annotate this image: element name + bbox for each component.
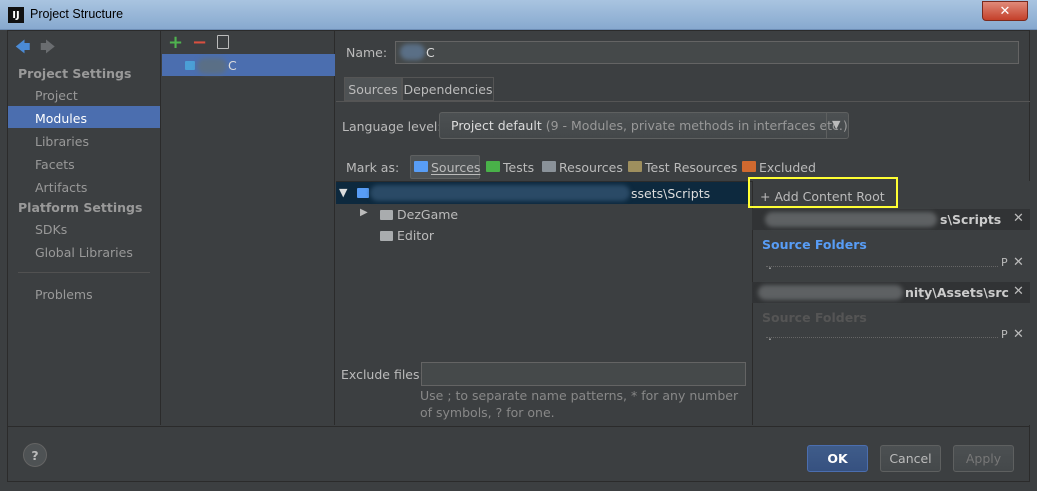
mark-excluded-label[interactable]: Excluded bbox=[759, 160, 816, 175]
nav-item-sdks[interactable]: SDKs bbox=[35, 222, 67, 237]
title-bar bbox=[0, 0, 1037, 30]
content-root-path-redacted-2 bbox=[758, 285, 903, 300]
content-root-path-2: nity\Assets\src bbox=[905, 285, 1009, 300]
platform-settings-header: Platform Settings bbox=[18, 200, 143, 215]
back-arrow-icon[interactable]: 🡄 bbox=[15, 37, 31, 62]
folder-icon bbox=[380, 231, 393, 241]
exclude-files-hint: Use ; to separate name patterns, * for a… bbox=[420, 388, 739, 420]
mark-test-resources-label[interactable]: Test Resources bbox=[645, 160, 737, 175]
nav-item-artifacts[interactable]: Artifacts bbox=[35, 180, 87, 195]
ok-button[interactable]: OK bbox=[807, 445, 868, 472]
mark-sources-label: Sources bbox=[431, 160, 481, 175]
tab-dependencies[interactable]: Dependencies bbox=[402, 77, 494, 101]
mark-tests-label[interactable]: Tests bbox=[503, 160, 534, 175]
close-button[interactable]: ✕ bbox=[982, 1, 1028, 21]
mark-as-label: Mark as: bbox=[346, 160, 400, 175]
module-name: C bbox=[228, 58, 237, 73]
tab-sources[interactable]: Sources bbox=[344, 77, 402, 101]
module-folder-icon bbox=[185, 61, 195, 70]
help-button[interactable]: ? bbox=[23, 443, 47, 467]
expand-right-icon[interactable]: ▶ bbox=[360, 207, 368, 218]
nav-item-libraries[interactable]: Libraries bbox=[35, 134, 89, 149]
bottom-divider bbox=[8, 426, 1029, 427]
add-icon[interactable]: + bbox=[168, 32, 183, 53]
window-title: Project Structure bbox=[30, 7, 124, 21]
source-folder-item-2: . bbox=[768, 328, 772, 343]
source-folders-label-2: Source Folders bbox=[762, 310, 867, 325]
remove-folder-icon[interactable]: ✕ bbox=[1013, 327, 1024, 342]
name-value: C bbox=[426, 45, 435, 60]
name-label: Name: bbox=[346, 45, 388, 60]
folder-icon bbox=[380, 210, 393, 220]
nav-item-project[interactable]: Project bbox=[35, 88, 78, 103]
app-icon: IJ bbox=[8, 7, 24, 23]
language-level-value: Project default bbox=[451, 118, 542, 133]
root-path-redacted bbox=[370, 185, 630, 201]
tests-folder-icon[interactable] bbox=[486, 161, 500, 172]
language-level-detail: (9 - Modules, private methods in interfa… bbox=[545, 118, 848, 133]
remove-icon[interactable]: − bbox=[192, 32, 207, 53]
nav-item-problems[interactable]: Problems bbox=[35, 287, 93, 302]
content-root-path-1: s\Scripts bbox=[940, 212, 1002, 227]
name-redacted bbox=[400, 44, 425, 60]
edit-properties-icon[interactable]: P bbox=[1001, 328, 1008, 341]
nav-item-modules[interactable]: Modules bbox=[35, 111, 87, 126]
mark-resources-label[interactable]: Resources bbox=[559, 160, 623, 175]
sources-folder-icon bbox=[414, 161, 428, 172]
dropdown-separator bbox=[826, 113, 827, 138]
language-level-label: Language level: bbox=[342, 119, 442, 134]
add-content-root-button[interactable]: + Add Content Root bbox=[760, 189, 885, 204]
resources-folder-icon[interactable] bbox=[542, 161, 556, 172]
excluded-folder-icon[interactable] bbox=[742, 161, 756, 172]
nav-item-facets[interactable]: Facets bbox=[35, 157, 75, 172]
root-folder-icon bbox=[357, 188, 369, 198]
tree-item-editor[interactable]: Editor bbox=[397, 228, 434, 243]
language-level-dropdown[interactable]: Project default (9 - Modules, private me… bbox=[439, 112, 849, 139]
project-settings-header: Project Settings bbox=[18, 66, 132, 81]
tab-underline bbox=[336, 101, 1030, 102]
copy-icon[interactable] bbox=[217, 35, 229, 49]
module-name-redacted bbox=[197, 58, 227, 74]
nav-divider bbox=[18, 272, 150, 273]
folder-dots-2 bbox=[766, 337, 998, 338]
tree-item-dezgame[interactable]: DezGame bbox=[397, 207, 458, 222]
expand-down-icon[interactable]: ▼ bbox=[339, 186, 347, 199]
nav-item-global-libraries[interactable]: Global Libraries bbox=[35, 245, 133, 260]
test-resources-folder-icon[interactable] bbox=[628, 161, 642, 172]
name-field[interactable] bbox=[395, 41, 1019, 64]
root-path: ssets\Scripts bbox=[631, 186, 711, 201]
folder-dots-1 bbox=[766, 266, 998, 267]
edit-properties-icon[interactable]: P bbox=[1001, 256, 1008, 269]
forward-arrow-icon[interactable]: 🡆 bbox=[40, 37, 56, 62]
remove-root-icon[interactable]: ✕ bbox=[1013, 211, 1024, 226]
exclude-files-input[interactable] bbox=[421, 362, 746, 386]
remove-folder-icon[interactable]: ✕ bbox=[1013, 255, 1024, 270]
module-list bbox=[162, 31, 335, 425]
settings-nav bbox=[8, 31, 161, 425]
exclude-files-label: Exclude files: bbox=[341, 367, 424, 382]
source-folders-label-1: Source Folders bbox=[762, 237, 867, 252]
source-folder-item-1: . bbox=[768, 257, 772, 272]
cancel-button[interactable]: Cancel bbox=[880, 445, 941, 472]
content-root-path-redacted-1 bbox=[765, 212, 937, 227]
remove-root-icon[interactable]: ✕ bbox=[1013, 284, 1024, 299]
chevron-down-icon[interactable]: ▼ bbox=[832, 118, 840, 131]
apply-button[interactable]: Apply bbox=[953, 445, 1014, 472]
